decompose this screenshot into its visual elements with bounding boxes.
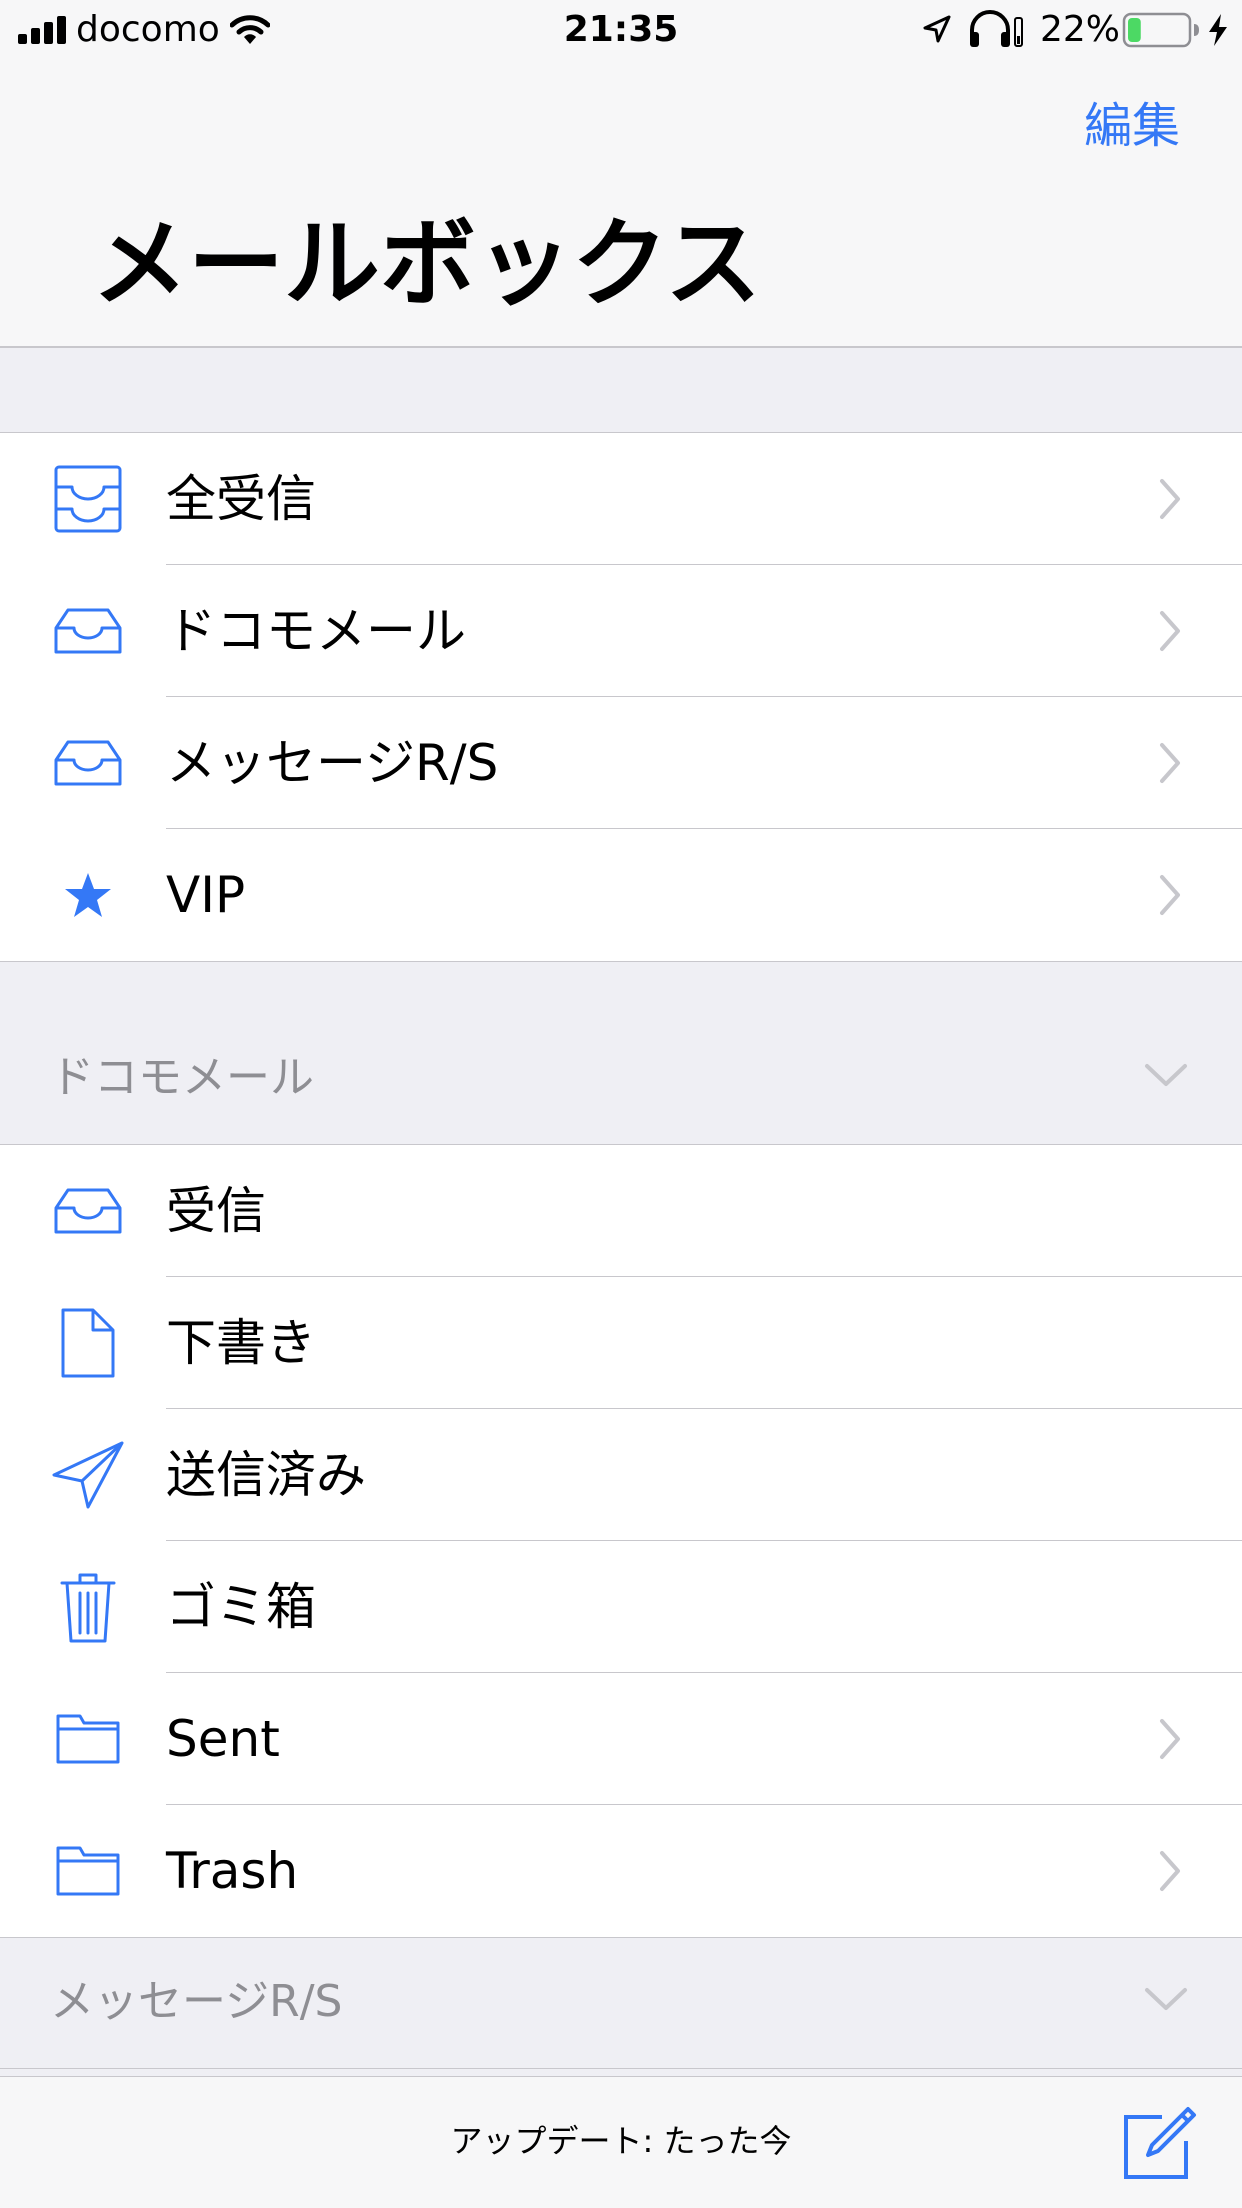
mailbox-label: メッセージR/S — [166, 734, 499, 792]
charging-icon — [1209, 14, 1227, 46]
mailbox-label: 送信済み — [166, 1446, 366, 1504]
star-icon — [40, 855, 136, 935]
mailbox-label: VIP — [166, 866, 246, 924]
divider — [0, 2068, 1242, 2069]
battery-icon — [1122, 12, 1199, 48]
edit-button[interactable]: 編集 — [1084, 96, 1180, 156]
mailbox-label: 全受信 — [166, 470, 316, 528]
chevron-right-icon — [1158, 1717, 1182, 1761]
mailbox-list: 全受信 ドコモメール メッセージR/S VIP — [0, 432, 1242, 962]
mailbox-row-inbox[interactable]: 受信 — [0, 1145, 1242, 1277]
mailbox-row-docomo-mail[interactable]: ドコモメール — [0, 565, 1242, 697]
mailbox-label: Trash — [166, 1842, 299, 1900]
mailbox-label: ゴミ箱 — [166, 1578, 316, 1636]
page-title: メールボックス — [92, 208, 762, 320]
inbox-icon — [40, 591, 136, 671]
chevron-right-icon — [1158, 609, 1182, 653]
mailbox-row-drafts[interactable]: 下書き — [0, 1277, 1242, 1409]
section-title: メッセージR/S — [50, 1976, 343, 2027]
section-header-docomo[interactable]: ドコモメール — [0, 1032, 1242, 1124]
mailbox-row-trash-box[interactable]: ゴミ箱 — [0, 1541, 1242, 1673]
chevron-right-icon — [1158, 477, 1182, 521]
chevron-right-icon — [1158, 741, 1182, 785]
mailbox-label: 下書き — [166, 1314, 316, 1372]
mailbox-label: Sent — [166, 1710, 280, 1768]
chevron-right-icon — [1158, 1849, 1182, 1893]
chevron-down-icon — [1145, 1988, 1187, 2010]
docomo-folder-list: 受信 下書き 送信済み ゴミ箱 Sent Trash — [0, 1144, 1242, 1938]
headphones-icon — [970, 10, 1023, 47]
all-inboxes-icon — [40, 459, 136, 539]
folder-icon — [40, 1699, 136, 1779]
chevron-right-icon — [1158, 873, 1182, 917]
mailbox-label: ドコモメール — [166, 602, 466, 660]
chevron-down-icon — [1145, 1064, 1187, 1086]
paper-plane-icon — [40, 1435, 136, 1515]
status-bar: docomo 21:35 22% — [0, 0, 1242, 60]
mailbox-row-message-rs[interactable]: メッセージR/S — [0, 697, 1242, 829]
mailbox-row-trash[interactable]: Trash — [0, 1805, 1242, 1937]
folder-icon — [40, 1831, 136, 1911]
inbox-icon — [40, 723, 136, 803]
mailbox-row-sent-mail[interactable]: 送信済み — [0, 1409, 1242, 1541]
section-title: ドコモメール — [50, 1052, 314, 1103]
section-header-message-rs[interactable]: メッセージR/S — [0, 1956, 1242, 2048]
update-status-text: アップデート: たった今 — [450, 2122, 792, 2160]
document-icon — [40, 1303, 136, 1383]
mailbox-row-all-inboxes[interactable]: 全受信 — [0, 433, 1242, 565]
mailbox-row-vip[interactable]: VIP — [0, 829, 1242, 961]
bottom-toolbar: アップデート: たった今 — [0, 2076, 1242, 2208]
navigation-bar: 編集 メールボックス — [0, 60, 1242, 348]
compose-icon[interactable] — [1122, 2105, 1198, 2181]
location-icon — [923, 15, 951, 43]
inbox-icon — [40, 1171, 136, 1251]
mailbox-row-sent[interactable]: Sent — [0, 1673, 1242, 1805]
trash-icon — [40, 1567, 136, 1647]
battery-percentage: 22% — [1040, 9, 1121, 50]
mailbox-label: 受信 — [166, 1182, 266, 1240]
